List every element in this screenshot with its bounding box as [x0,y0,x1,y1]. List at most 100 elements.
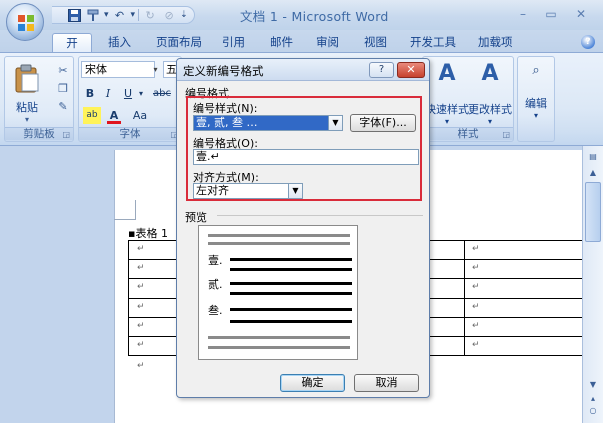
browse-object-icon[interactable]: ○ [585,404,601,418]
quick-styles-dropdown-icon: ▾ [444,117,449,126]
tab-references[interactable]: 引用 [214,33,253,52]
dialog-title-bar: 定义新编号格式 ? ✕ [177,59,429,81]
styles-launcher-icon[interactable]: ◲ [502,130,510,139]
preview-list-line [230,258,352,261]
cell-mark: ↵ [472,340,480,350]
font-name-input[interactable]: 宋体 [81,61,155,78]
format-painter-icon[interactable] [85,8,101,23]
preview-divider [217,215,423,216]
cell-mark: ↵ [137,340,145,350]
dialog-title: 定义新编号格式 [183,64,264,78]
undo-dropdown-icon[interactable]: ▾ [131,10,136,20]
cell-mark: ↵ [137,302,145,312]
cell-mark: ↵ [137,321,145,331]
preview-list-line [230,320,352,323]
preview-text-line [208,336,350,339]
cell-mark: ↵ [472,302,480,312]
font-color-button[interactable]: A [107,107,121,124]
italic-button[interactable]: I [101,85,115,102]
tab-home[interactable]: 开始 [52,33,92,68]
change-styles-button[interactable]: A 更改样式 ▾ [467,61,513,126]
qat-dropdown-icon[interactable]: ▾ [104,10,109,20]
styles-group-label: 样式 [423,127,513,140]
strikethrough-button[interactable]: abc [149,85,175,102]
office-logo-icon [18,15,34,31]
paste-button[interactable]: 粘贴 ▾ [9,61,45,124]
editing-button[interactable]: ⌕ 编辑 ▾ [519,61,553,120]
qat-divider [138,9,140,21]
font-button[interactable]: 字体(F)... [350,114,416,132]
number-style-dropdown-icon[interactable]: ▼ [328,115,343,131]
tab-developer[interactable]: 开发工具 [402,33,464,52]
number-style-label: 编号样式(N): [193,102,258,115]
font-name-dropdown-icon[interactable]: ▾ [151,62,160,77]
paste-icon [15,64,39,93]
format-painter-brush-icon[interactable]: ✎ [55,99,71,115]
quick-styles-button[interactable]: A 快速样式 ▾ [425,61,469,126]
help-icon[interactable]: ? [581,35,595,49]
number-format-input[interactable]: 壹.↵ [193,149,419,165]
clipboard-launcher-icon[interactable]: ◲ [62,130,70,139]
close-window-button[interactable]: ✕ [567,4,595,24]
customize-qat-icon[interactable]: ⇣ [180,10,188,20]
page-margin-corner [114,200,136,220]
preview-text-line [208,234,350,237]
scroll-thumb[interactable] [585,182,601,242]
define-number-format-dialog: 定义新编号格式 ? ✕ 编号格式 编号样式(N): 壹, 贰, 叁 … ▼ 字体… [176,58,430,398]
change-styles-icon: A [481,61,499,86]
ok-button[interactable]: 确定 [280,374,345,392]
cut-icon[interactable]: ✂ [55,63,71,79]
office-button[interactable] [6,3,44,41]
highlight-color-button[interactable]: ab [83,107,101,124]
styles-group: A 快速样式 ▾ A 更改样式 ▾ 样式 ◲ [422,56,514,142]
scroll-up-icon[interactable]: ▲ [585,166,601,180]
font-size-input[interactable]: 五 [163,61,177,78]
table-border [128,240,129,355]
underline-dropdown-icon[interactable]: ▾ [137,85,145,102]
ruler-toggle-icon[interactable]: ▤ [585,150,601,164]
change-case-button[interactable]: Aa [129,107,151,124]
preview-label: 预览 [185,211,207,224]
quick-access-toolbar: ▾ ↶ ▾ ↻ ⊘ ⇣ [52,6,195,24]
preview-list-line [230,268,352,271]
dialog-close-button[interactable]: ✕ [397,62,425,78]
binoculars-icon: ⌕ [532,63,540,78]
repeat-icon[interactable]: ⊘ [161,8,177,23]
alignment-select[interactable]: 左对齐 [193,183,289,199]
preview-list-line [230,292,352,295]
paste-dropdown-icon[interactable]: ▾ [9,115,45,124]
title-bar: ▾ ↶ ▾ ↻ ⊘ ⇣ 文档 1 - Microsoft Word – ▭ ✕ [0,0,603,41]
cell-mark: ↵ [137,244,145,254]
redo-icon[interactable]: ↻ [142,8,158,23]
tab-insert[interactable]: 插入 [100,33,139,52]
underline-button[interactable]: U [121,85,135,102]
tab-view[interactable]: 视图 [356,33,395,52]
dialog-help-button[interactable]: ? [369,62,394,78]
change-styles-dropdown-icon: ▾ [487,117,492,126]
font-group: 宋体 ▾ 五 B I U ▾ abc ab A Aa 字体 ◲ [78,56,182,142]
cell-mark: ↵ [472,263,480,273]
scroll-down-icon[interactable]: ▼ [585,378,601,392]
number-style-select[interactable]: 壹, 贰, 叁 … [193,115,329,131]
font-group-label: 字体 [79,127,181,140]
save-icon[interactable] [66,8,82,23]
copy-icon[interactable]: ❐ [55,81,71,97]
undo-icon[interactable]: ↶ [112,8,128,23]
cancel-button[interactable]: 取消 [354,374,419,392]
tab-review[interactable]: 审阅 [308,33,347,52]
tab-add-ins[interactable]: 加载项 [470,33,521,52]
quick-styles-label: 快速样式 [425,103,469,116]
ribbon-tabs: 开始 插入 页面布局 引用 邮件 审阅 视图 开发工具 加载项 ? [0,30,603,68]
bold-button[interactable]: B [83,85,97,102]
tab-mailings[interactable]: 邮件 [262,33,301,52]
alignment-dropdown-icon[interactable]: ▼ [288,183,303,199]
editing-group: ⌕ 编辑 ▾ [517,56,555,142]
vertical-scrollbar[interactable]: ▤ ▲ ▼ ▴ ○ [582,146,603,423]
preview-text-line [208,346,350,349]
clipboard-group: 粘贴 ▾ ✂ ❐ ✎ 剪贴板 ◲ [4,56,74,142]
minimize-button[interactable]: – [509,4,537,24]
maximize-button[interactable]: ▭ [537,4,565,24]
change-styles-label: 更改样式 [468,103,512,116]
table-caption: ▪表格 1 [128,227,168,240]
tab-page-layout[interactable]: 页面布局 [148,33,210,52]
